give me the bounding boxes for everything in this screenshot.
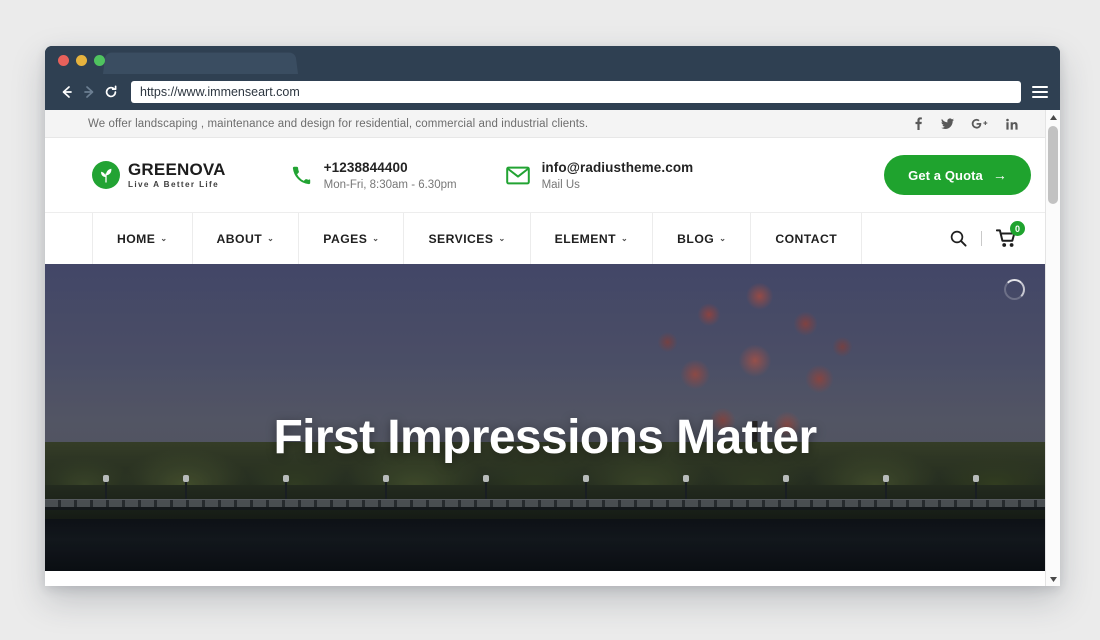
nav-utilities: 0	[950, 213, 1025, 264]
nav-item-about[interactable]: ABOUT ⌄	[193, 213, 300, 264]
linkedin-icon[interactable]	[1005, 117, 1018, 131]
window-controls	[58, 55, 105, 66]
nav-label: CONTACT	[775, 231, 838, 246]
chevron-down-icon: ⌄	[160, 233, 168, 243]
scroll-down-button[interactable]	[1046, 572, 1060, 586]
nav-item-element[interactable]: ELEMENT ⌄	[531, 213, 654, 264]
nav-label: PAGES	[323, 231, 368, 246]
nav-item-services[interactable]: SERVICES ⌄	[404, 213, 531, 264]
leaf-logo-icon	[92, 160, 120, 189]
google-plus-icon[interactable]	[971, 117, 988, 131]
hamburger-menu-icon[interactable]	[1030, 81, 1050, 103]
cart-count-badge: 0	[1010, 221, 1025, 236]
phone-icon	[291, 165, 312, 186]
loading-spinner-icon	[1004, 279, 1025, 300]
nav-item-home[interactable]: HOME ⌄	[92, 213, 193, 264]
hero-section: First Impressions Matter	[45, 264, 1045, 571]
browser-titlebar	[45, 46, 1060, 74]
close-window-button[interactable]	[58, 55, 69, 66]
nav-item-pages[interactable]: PAGES ⌄	[299, 213, 405, 264]
chevron-down-icon: ⌄	[372, 233, 380, 243]
header-email[interactable]: info@radiustheme.com Mail Us	[505, 160, 694, 191]
url-text: https://www.immenseart.com	[140, 85, 300, 99]
nav-label: ABOUT	[216, 231, 263, 246]
facebook-icon[interactable]	[911, 117, 924, 131]
search-icon[interactable]	[950, 230, 967, 247]
logo-text-block: GREENOVA Live A Better Life	[128, 161, 226, 189]
nav-item-blog[interactable]: BLOG ⌄	[653, 213, 752, 264]
phone-lines: +1238844400 Mon-Fri, 8:30am - 6.30pm	[324, 160, 457, 191]
browser-window: https://www.immenseart.com We offer land…	[45, 46, 1060, 586]
twitter-icon[interactable]	[941, 117, 954, 131]
arrow-right-icon: →	[992, 167, 1007, 183]
back-arrow-icon[interactable]	[56, 81, 78, 103]
main-navigation: HOME ⌄ ABOUT ⌄ PAGES ⌄ SERVICES ⌄ ELEMEN…	[45, 212, 1045, 264]
reload-icon[interactable]	[100, 81, 122, 103]
nav-item-contact[interactable]: CONTACT	[751, 213, 863, 264]
shopping-cart-icon[interactable]: 0	[996, 221, 1025, 248]
phone-hours: Mon-Fri, 8:30am - 6.30pm	[323, 178, 457, 191]
site-logo[interactable]: GREENOVA Live A Better Life	[92, 161, 226, 189]
header-phone[interactable]: +1238844400 Mon-Fri, 8:30am - 6.30pm	[291, 160, 457, 191]
web-page: We offer landscaping , maintenance and d…	[45, 110, 1045, 586]
logo-name: GREENOVA	[128, 159, 226, 179]
announcement-bar: We offer landscaping , maintenance and d…	[45, 110, 1045, 138]
browser-tab[interactable]	[103, 52, 298, 74]
email-lines: info@radiustheme.com Mail Us	[542, 160, 694, 191]
browser-viewport: We offer landscaping , maintenance and d…	[45, 110, 1060, 586]
nav-menu: HOME ⌄ ABOUT ⌄ PAGES ⌄ SERVICES ⌄ ELEMEN…	[92, 213, 863, 264]
phone-number: +1238844400	[323, 159, 408, 175]
social-links	[911, 117, 1018, 131]
quote-button-label: Get a Quota	[908, 167, 983, 183]
url-bar[interactable]: https://www.immenseart.com	[131, 81, 1021, 103]
chevron-down-icon: ⌄	[498, 233, 506, 243]
email-label: Mail Us	[541, 178, 580, 191]
envelope-icon	[505, 166, 530, 185]
chevron-down-icon: ⌄	[719, 233, 727, 243]
maximize-window-button[interactable]	[94, 55, 105, 66]
page-scrollbar[interactable]	[1045, 110, 1060, 586]
logo-tagline: Live A Better Life	[128, 179, 220, 189]
scrollbar-thumb[interactable]	[1048, 126, 1058, 204]
scroll-up-button[interactable]	[1046, 110, 1060, 124]
email-address: info@radiustheme.com	[541, 159, 694, 175]
hero-headline: First Impressions Matter	[273, 411, 817, 464]
get-a-quota-button[interactable]: Get a Quota →	[884, 155, 1031, 195]
announcement-text: We offer landscaping , maintenance and d…	[88, 117, 589, 130]
nav-label: HOME	[117, 231, 156, 246]
nav-divider	[981, 231, 982, 246]
chevron-down-icon: ⌄	[621, 233, 629, 243]
site-header: GREENOVA Live A Better Life +1238844400 …	[45, 138, 1045, 212]
nav-label: ELEMENT	[554, 231, 617, 246]
nav-label: SERVICES	[428, 231, 494, 246]
header-contact-group: +1238844400 Mon-Fri, 8:30am - 6.30pm inf…	[291, 160, 694, 191]
minimize-window-button[interactable]	[76, 55, 87, 66]
nav-label: BLOG	[677, 231, 715, 246]
forward-arrow-icon[interactable]	[78, 81, 100, 103]
chevron-down-icon: ⌄	[267, 233, 275, 243]
browser-toolbar: https://www.immenseart.com	[45, 74, 1060, 110]
